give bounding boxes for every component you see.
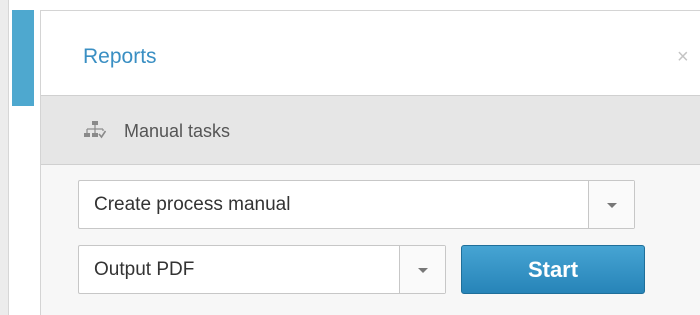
- accent-strip: [12, 10, 34, 106]
- chevron-down-icon[interactable]: [399, 246, 445, 293]
- tree-structure-icon: [84, 121, 106, 139]
- output-select-value: Output PDF: [94, 259, 195, 280]
- chevron-down-icon[interactable]: [588, 181, 634, 228]
- screen: Reports × Manual tasks Create process ma…: [0, 0, 700, 315]
- left-gutter: [0, 0, 9, 315]
- section-header-manual-tasks: Manual tasks: [41, 96, 700, 165]
- output-format-select[interactable]: Output PDF: [78, 245, 446, 294]
- start-button[interactable]: Start: [461, 245, 645, 294]
- close-icon[interactable]: ×: [677, 47, 689, 67]
- panel-title: Reports: [83, 45, 157, 68]
- process-select-value: Create process manual: [94, 194, 291, 215]
- section-label: Manual tasks: [124, 121, 231, 141]
- panel-header: Reports ×: [41, 11, 700, 96]
- process-select[interactable]: Create process manual: [78, 180, 635, 229]
